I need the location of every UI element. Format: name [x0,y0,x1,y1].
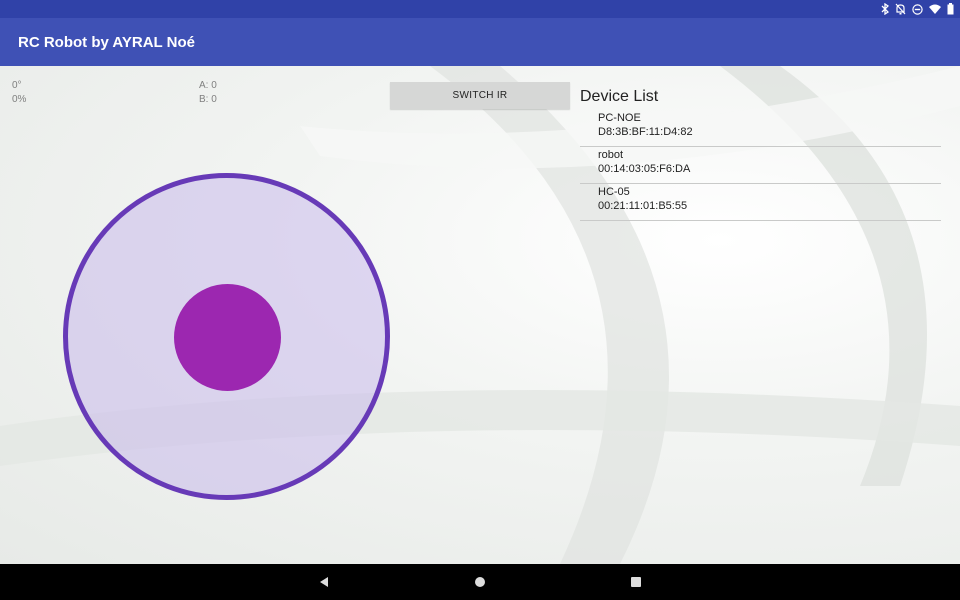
device-name: HC-05 [598,186,630,198]
app-bar: RC Robot by AYRAL Noé [0,18,960,66]
device-item[interactable]: PC-NOE D8:3B:BF:11:D4:82 [580,110,941,147]
battery-icon [947,3,954,15]
device-item[interactable]: HC-05 00:21:11:01:B5:55 [580,184,941,221]
joystick-base[interactable] [63,173,390,500]
device-item[interactable]: robot 00:14:03:05:F6:DA [580,147,941,184]
app-title: RC Robot by AYRAL Noé [18,34,195,51]
recents-icon[interactable] [628,574,644,590]
back-icon[interactable] [316,574,332,590]
device-name: PC-NOE [598,112,641,124]
device-list: PC-NOE D8:3B:BF:11:D4:82 robot 00:14:03:… [580,110,941,221]
status-icons [881,2,954,16]
switch-ir-button[interactable]: SWITCH IR [390,82,570,109]
angle-readout: 0° [12,80,22,91]
power-readout: 0% [12,94,27,105]
device-mac: 00:14:03:05:F6:DA [598,163,691,175]
joystick-knob[interactable] [174,284,281,391]
do-not-disturb-icon [912,3,923,15]
bluetooth-icon [881,3,889,15]
home-icon[interactable] [472,574,488,590]
navigation-bar [0,564,960,600]
device-name: robot [598,149,624,161]
device-list-title: Device List [580,88,659,105]
wifi-icon [929,4,941,14]
motor-a-readout: A: 0 [199,80,217,91]
notifications-off-icon [895,3,906,15]
status-bar [0,0,960,18]
device-mac: D8:3B:BF:11:D4:82 [598,126,693,138]
motor-b-readout: B: 0 [199,94,217,105]
device-mac: 00:21:11:01:B5:55 [598,200,688,212]
main-content: 0° 0% A: 0 B: 0 SWITCH IR Device List PC… [0,66,960,564]
